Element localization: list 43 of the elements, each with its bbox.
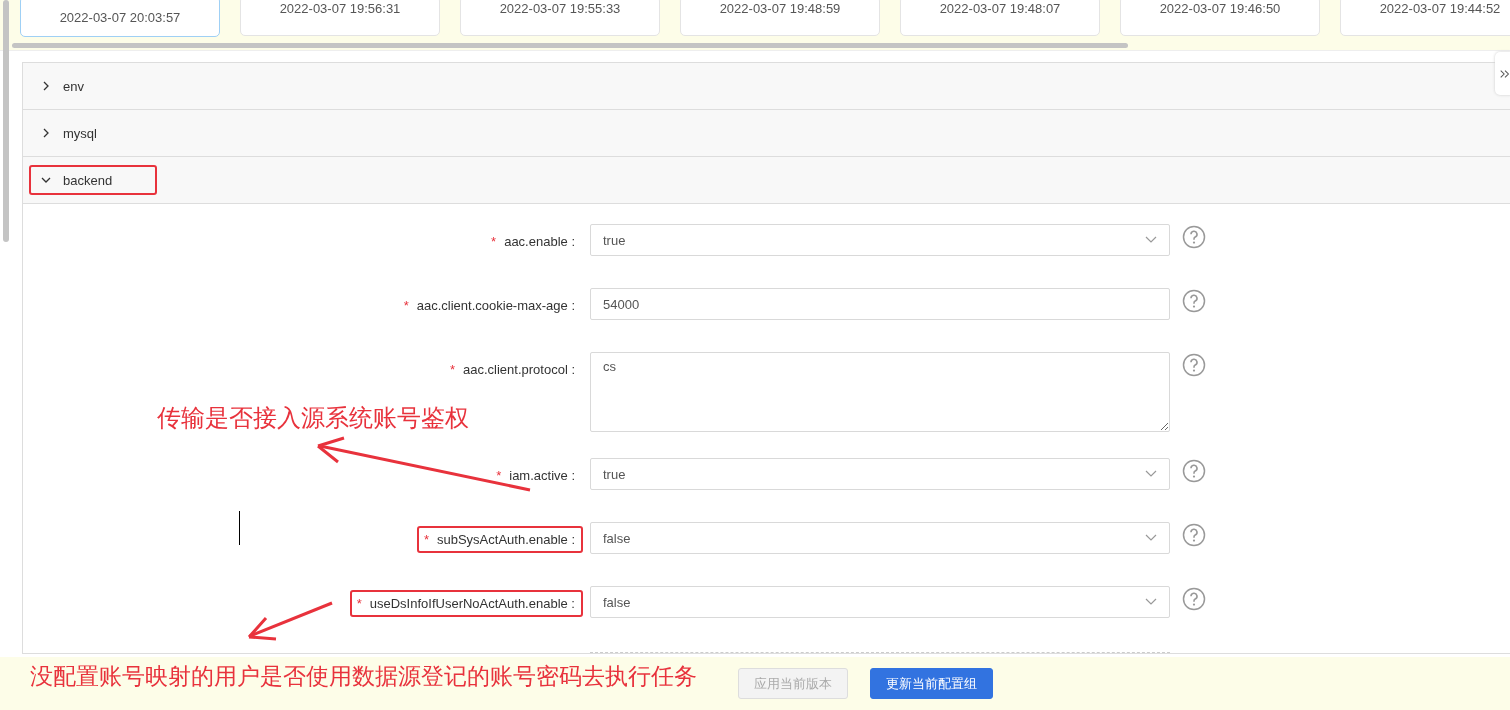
field-label: * aac.client.protocol : [448,361,576,379]
dropdown-caret-icon [1145,236,1157,244]
help-icon[interactable] [1182,289,1206,313]
field-label: * iam.active : [495,467,576,485]
version-card[interactable]: 2022-03-07 19:46:50 [1120,0,1320,36]
horizontal-scrollbar[interactable] [12,43,1128,48]
select-field[interactable]: true [590,224,1170,256]
annotation-text: 没配置账号映射的用户是否使用数据源登记的账号密码去执行任务 [30,662,697,691]
text-cursor [239,511,240,545]
version-card[interactable]: 2022-03-07 20:03:57 [20,0,220,37]
field-label: * aac.enable : [490,233,576,251]
version-card[interactable]: 2022-03-07 19:48:59 [680,0,880,36]
help-icon[interactable] [1182,459,1206,483]
textarea-field[interactable]: cs [590,352,1170,432]
help-icon[interactable] [1182,587,1206,611]
side-toggle[interactable] [1495,52,1510,95]
vertical-scrollbar[interactable] [3,0,9,242]
chevron-icon [41,81,51,91]
dropdown-caret-icon [1145,534,1157,542]
section-header[interactable]: mysql [29,118,109,148]
field-label: * aac.client.cookie-max-age : [402,297,576,315]
version-card[interactable]: 2022-03-07 19:48:07 [900,0,1100,36]
select-field[interactable]: true [590,458,1170,490]
annotation-text: 传输是否接入源系统账号鉴权 [157,403,469,434]
section-header[interactable]: backend [29,165,157,195]
update-button[interactable]: 更新当前配置组 [870,668,993,699]
version-card[interactable]: 2022-03-07 19:55:33 [460,0,660,36]
version-card[interactable]: 2022-03-07 19:56:31 [240,0,440,36]
select-field[interactable]: false [590,522,1170,554]
help-icon[interactable] [1182,523,1206,547]
double-chevron-icon [1499,67,1510,80]
input-field[interactable]: 54000 [590,288,1170,320]
dropdown-caret-icon [1145,598,1157,606]
chevron-icon [41,128,51,138]
section-header[interactable]: env [29,71,96,101]
help-icon[interactable] [1182,353,1206,377]
select-field[interactable]: false [590,586,1170,618]
version-card[interactable]: 2022-03-07 19:44:52 [1340,0,1510,36]
field-label: * useDsInfoIfUserNoActAuth.enable : [349,590,583,617]
chevron-icon [41,175,51,185]
field-label: * subSysActAuth.enable : [416,526,583,553]
dropdown-caret-icon [1145,470,1157,478]
help-icon[interactable] [1182,225,1206,249]
